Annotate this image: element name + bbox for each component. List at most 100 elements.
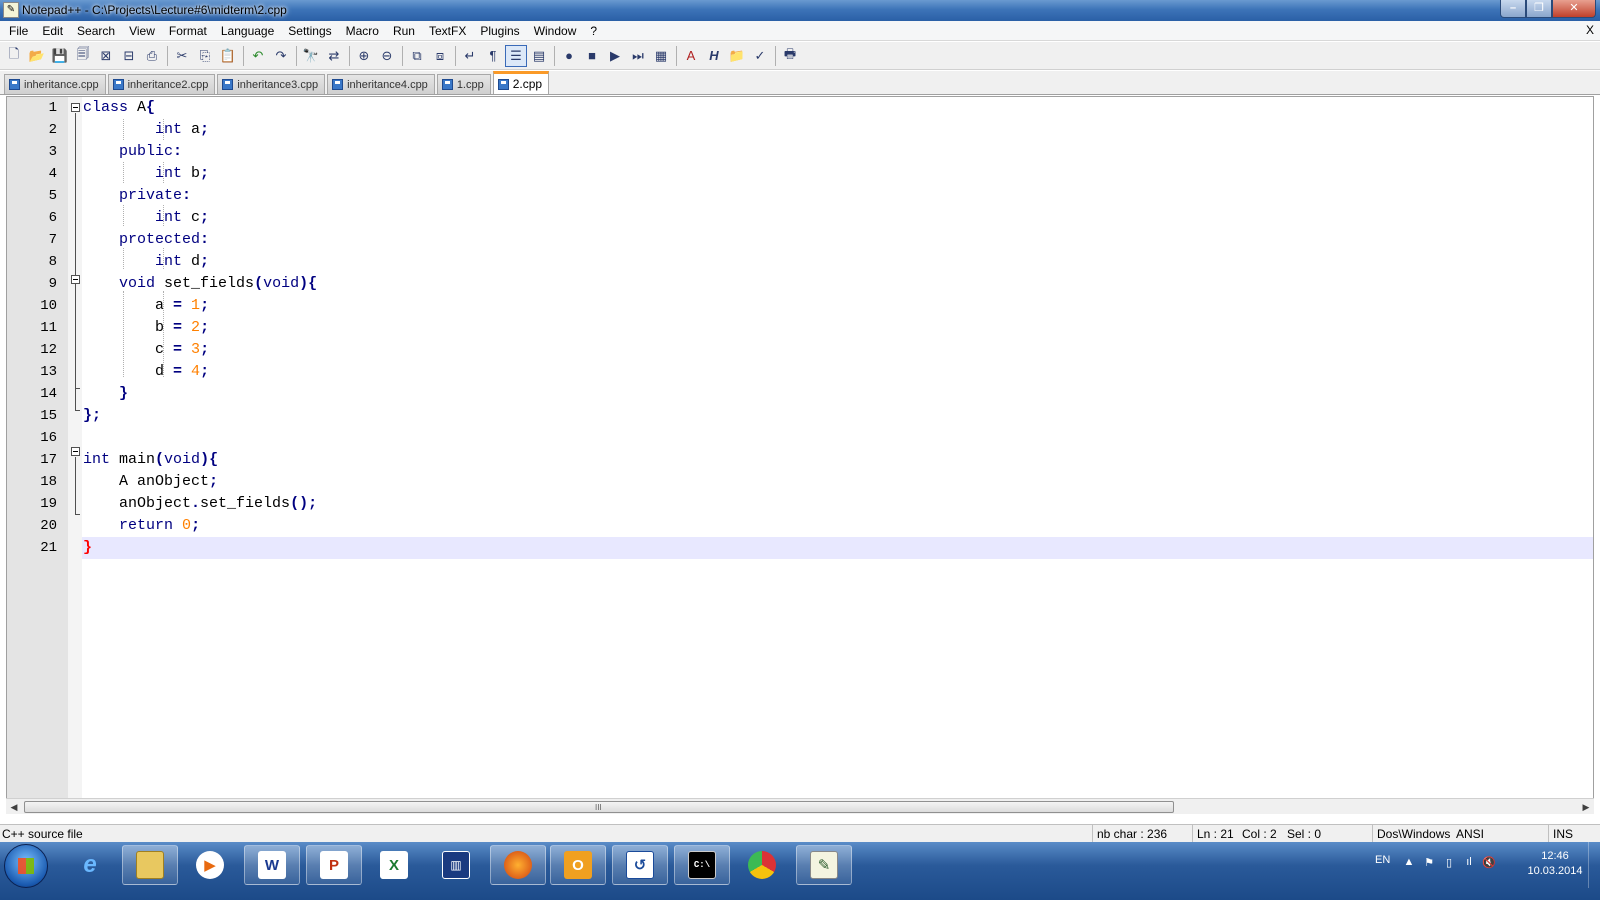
code-line[interactable]: class A{ <box>82 97 1593 119</box>
undo-icon[interactable]: ↶ <box>247 45 269 67</box>
save-macro-icon[interactable]: ▦ <box>650 45 672 67</box>
menu-format[interactable]: Format <box>162 21 214 41</box>
menu-plugins[interactable]: Plugins <box>473 21 526 41</box>
taskbar-ie[interactable]: e <box>62 845 118 885</box>
fold-toggle-icon[interactable] <box>71 275 80 284</box>
code-line[interactable]: } <box>82 383 1593 405</box>
show-all-chars-icon[interactable]: ¶ <box>482 45 504 67</box>
taskbar-media-player[interactable]: ▶ <box>182 845 238 885</box>
code-line[interactable]: b = 2; <box>82 317 1593 339</box>
html-tag-icon[interactable]: H <box>703 45 725 67</box>
zoom-in-icon[interactable]: ⊕ <box>353 45 375 67</box>
taskbar-remote-app[interactable]: ↺ <box>612 845 668 885</box>
paste-icon[interactable]: 📋 <box>217 45 239 67</box>
restore-button[interactable]: ❐ <box>1526 0 1552 18</box>
taskbar-excel[interactable]: X <box>366 845 422 885</box>
start-button[interactable] <box>4 844 48 888</box>
code-line[interactable]: int main(void){ <box>82 449 1593 471</box>
spell-check-icon[interactable]: ✓ <box>749 45 771 67</box>
stop-macro-icon[interactable]: ■ <box>581 45 603 67</box>
textfx-icon[interactable]: A <box>680 45 702 67</box>
code-line[interactable]: int c; <box>82 207 1593 229</box>
notepad-app-icon[interactable]: ✎ <box>3 2 19 18</box>
input-language[interactable]: EN <box>1375 854 1390 866</box>
taskbar-cmd[interactable]: C:\ <box>674 845 730 885</box>
code-line[interactable]: d = 4; <box>82 361 1593 383</box>
fold-toggle-icon[interactable] <box>71 103 80 112</box>
copy-icon[interactable]: ⎘ <box>194 45 216 67</box>
tab-1cpp[interactable]: 1.cpp <box>436 74 491 94</box>
close-window-button[interactable]: ✕ <box>1552 0 1596 18</box>
taskbar-outlook[interactable]: O <box>550 845 606 885</box>
taskbar-notepadpp[interactable]: ✎ <box>796 845 852 885</box>
taskbar-firefox[interactable] <box>490 845 546 885</box>
show-hidden-icons-icon[interactable]: ▲ <box>1402 856 1416 870</box>
menu-edit[interactable]: Edit <box>35 21 70 41</box>
code-area[interactable]: class A{ int a; public: int b; private: … <box>82 97 1593 812</box>
battery-icon[interactable]: ▯ <box>1442 856 1456 870</box>
menu-search[interactable]: Search <box>70 21 122 41</box>
print-icon[interactable]: 🖶 <box>779 45 801 67</box>
show-desktop-button[interactable] <box>1588 842 1600 888</box>
network-icon[interactable]: ıl <box>1462 856 1476 870</box>
taskbar-powerpoint[interactable]: P <box>306 845 362 885</box>
menu-settings[interactable]: Settings <box>281 21 338 41</box>
scroll-left-icon[interactable]: ◀ <box>6 799 22 815</box>
action-center-icon[interactable]: ⚑ <box>1422 856 1436 870</box>
tab-inheritance3[interactable]: inheritance3.cpp <box>217 74 326 94</box>
tab-inheritance4[interactable]: inheritance4.cpp <box>327 74 435 94</box>
code-line[interactable]: int b; <box>82 163 1593 185</box>
code-line[interactable]: protected: <box>82 229 1593 251</box>
taskbar-library[interactable]: ▥ <box>428 845 484 885</box>
user-language-icon[interactable]: ▤ <box>528 45 550 67</box>
code-line[interactable]: public: <box>82 141 1593 163</box>
menu-macro[interactable]: Macro <box>339 21 386 41</box>
sync-vertical-icon[interactable]: ⧉ <box>406 45 428 67</box>
close-all-icon[interactable]: ⊟ <box>118 45 140 67</box>
scrollbar-thumb[interactable]: III <box>24 801 1174 813</box>
indent-guide-icon[interactable]: ☰ <box>505 44 527 67</box>
minimize-button[interactable]: – <box>1500 0 1526 18</box>
open-file-icon[interactable]: 📂 <box>26 45 48 67</box>
code-line[interactable]: a = 1; <box>82 295 1593 317</box>
menu-file[interactable]: File <box>2 21 35 41</box>
code-line[interactable]: void set_fields(void){ <box>82 273 1593 295</box>
code-line[interactable]: }; <box>82 405 1593 427</box>
code-line[interactable]: int d; <box>82 251 1593 273</box>
code-line[interactable] <box>82 427 1593 449</box>
run-macro-multiple-icon[interactable]: ⏭ <box>627 45 649 67</box>
menu-run[interactable]: Run <box>386 21 422 41</box>
volume-muted-icon[interactable]: 🔇 <box>1482 856 1496 870</box>
save-all-icon[interactable]: 🗐 <box>72 45 94 67</box>
find-icon[interactable]: 🔭 <box>300 45 322 67</box>
plugin-folder-icon[interactable]: 📁 <box>726 45 748 67</box>
code-line[interactable]: } <box>82 537 1593 559</box>
code-line[interactable]: c = 3; <box>82 339 1593 361</box>
play-macro-icon[interactable]: ▶ <box>604 45 626 67</box>
taskbar-explorer[interactable] <box>122 845 178 885</box>
replace-icon[interactable]: ⇄ <box>323 45 345 67</box>
close-document-button[interactable]: X <box>1586 23 1594 37</box>
save-icon[interactable]: 💾 <box>49 45 71 67</box>
tab-inheritance[interactable]: inheritance.cpp <box>4 74 106 94</box>
taskbar-chrome[interactable] <box>734 845 790 885</box>
code-line[interactable]: return 0; <box>82 515 1593 537</box>
taskbar-word[interactable]: W <box>244 845 300 885</box>
menu-view[interactable]: View <box>122 21 162 41</box>
cut-icon[interactable]: ✂ <box>171 45 193 67</box>
code-line[interactable]: private: <box>82 185 1593 207</box>
new-file-icon[interactable]: 🗋 <box>3 45 25 67</box>
zoom-out-icon[interactable]: ⊖ <box>376 45 398 67</box>
close-file-icon[interactable]: ⊠ <box>95 45 117 67</box>
print-preview-icon[interactable]: ⎙ <box>141 45 163 67</box>
horizontal-scrollbar[interactable]: ◀ III ▶ <box>6 798 1594 814</box>
code-line[interactable]: anObject.set_fields(); <box>82 493 1593 515</box>
code-line[interactable]: int a; <box>82 119 1593 141</box>
redo-icon[interactable]: ↷ <box>270 45 292 67</box>
fold-toggle-icon[interactable] <box>71 447 80 456</box>
sync-horizontal-icon[interactable]: ⧈ <box>429 45 451 67</box>
menu-language[interactable]: Language <box>214 21 281 41</box>
menu-help[interactable]: ? <box>583 21 604 41</box>
code-line[interactable]: A anObject; <box>82 471 1593 493</box>
tab-2cpp[interactable]: 2.cpp <box>492 71 550 94</box>
